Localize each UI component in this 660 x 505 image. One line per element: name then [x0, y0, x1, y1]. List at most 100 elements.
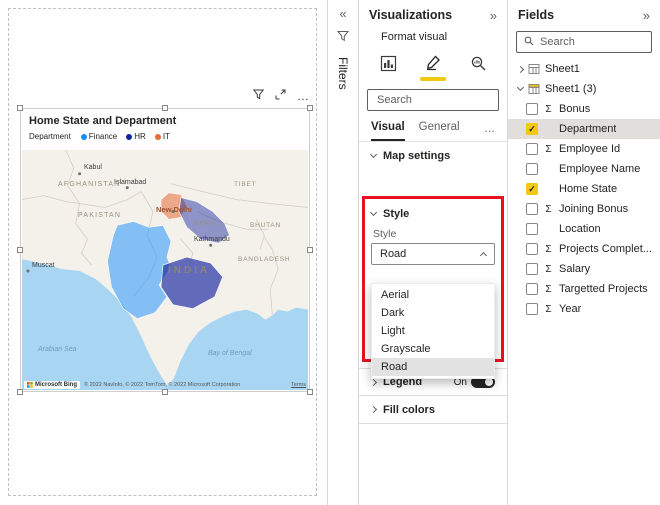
legend-item[interactable]: Finance — [80, 132, 117, 141]
format-search-box[interactable] — [367, 89, 499, 111]
tab-visual[interactable]: Visual — [371, 121, 405, 141]
field-checkbox[interactable] — [526, 263, 538, 275]
terms-link[interactable]: Terms — [291, 382, 306, 388]
chevron-up-icon — [479, 251, 488, 260]
field-name: Employee Id — [559, 143, 621, 155]
map-region-label: INDIA — [168, 265, 211, 276]
fields-search-box[interactable] — [516, 31, 652, 53]
field-row-year[interactable]: Σ Year — [508, 299, 660, 319]
field-checkbox[interactable]: ✓ — [526, 123, 538, 135]
field-name: Employee Name — [559, 163, 641, 175]
fields-pane: Fields » Sheet1 Sheet1 (3) Σ — [507, 0, 660, 505]
map-region-label: NEPAL — [194, 220, 219, 227]
style-field-label: Style — [373, 228, 397, 240]
selection-handle[interactable] — [162, 389, 168, 395]
style-option-aerial[interactable]: Aerial — [372, 286, 494, 304]
tab-general[interactable]: General — [419, 121, 460, 141]
selection-handle[interactable] — [307, 105, 313, 111]
style-dropdown[interactable]: Road — [371, 243, 495, 265]
more-options-icon[interactable]: … — [297, 90, 310, 102]
sigma-icon: Σ — [545, 143, 552, 155]
visualizations-title: Visualizations — [369, 8, 453, 22]
format-visual-icon[interactable] — [418, 50, 448, 81]
field-row-joining-bonus[interactable]: Σ Joining Bonus — [508, 199, 660, 219]
sigma-icon: Σ — [545, 303, 552, 315]
map-copyright: © 2022 NavInfo, © 2022 TomTom, © 2022 Mi… — [84, 382, 241, 388]
collapse-visualizations-icon[interactable]: » — [490, 8, 497, 23]
field-checkbox[interactable]: ✓ — [526, 183, 538, 195]
map-city-label: New Delhi — [156, 205, 192, 214]
field-row-bonus[interactable]: Σ Bonus — [508, 99, 660, 119]
map-settings-section[interactable]: Map settings — [359, 142, 507, 170]
fields-search-input[interactable] — [538, 35, 644, 49]
table-row-sheet1-3[interactable]: Sheet1 (3) — [508, 79, 660, 99]
format-search-input[interactable] — [375, 93, 491, 107]
field-row-targetted-projects[interactable]: Σ Targetted Projects — [508, 279, 660, 299]
bing-logo: Microsoft Bing — [24, 381, 80, 389]
build-visual-icon[interactable] — [373, 50, 403, 76]
field-checkbox[interactable] — [526, 223, 538, 235]
chevron-right-icon — [369, 378, 378, 386]
legend-title: Department — [29, 132, 71, 141]
field-row-employee-name[interactable]: Employee Name — [508, 159, 660, 179]
selection-handle[interactable] — [307, 389, 313, 395]
field-row-salary[interactable]: Σ Salary — [508, 259, 660, 279]
filters-pane: « Filters — [327, 0, 358, 505]
table-name: Sheet1 — [545, 63, 580, 75]
expand-filters-icon[interactable]: « — [339, 6, 346, 21]
analytics-icon[interactable] — [463, 50, 493, 76]
format-tabs: Visual General … — [359, 111, 507, 142]
map-sea-label: Arabian Sea — [38, 346, 77, 353]
format-visual-label: Format visual — [381, 31, 448, 43]
map-region-label: BHUTAN — [250, 222, 282, 229]
field-checkbox[interactable] — [526, 203, 538, 215]
field-row-projects-completed[interactable]: Σ Projects Complet... — [508, 239, 660, 259]
fill-colors-section[interactable]: Fill colors — [359, 396, 507, 424]
field-checkbox[interactable] — [526, 283, 538, 295]
style-option-grayscale[interactable]: Grayscale — [372, 340, 494, 358]
fill-colors-label: Fill colors — [383, 403, 435, 416]
field-row-employee-id[interactable]: Σ Employee Id — [508, 139, 660, 159]
style-option-road[interactable]: Road — [372, 358, 494, 376]
map-city-label: Kabul — [84, 164, 102, 171]
sigma-icon: Σ — [545, 203, 552, 215]
style-section-label: Style — [383, 208, 410, 220]
map-visual[interactable]: Home State and Department Department Fin… — [20, 108, 310, 392]
style-section[interactable]: Style — [369, 204, 495, 224]
chevron-down-icon — [516, 83, 525, 92]
field-checkbox[interactable] — [526, 303, 538, 315]
table-row-sheet1[interactable]: Sheet1 — [508, 59, 660, 79]
legend-color-dot — [126, 133, 133, 140]
field-row-location[interactable]: Location — [508, 219, 660, 239]
fields-title: Fields — [518, 8, 555, 22]
selection-handle[interactable] — [162, 105, 168, 111]
style-option-light[interactable]: Light — [372, 322, 494, 340]
field-row-home-state[interactable]: ✓ Home State — [508, 179, 660, 199]
field-checkbox[interactable] — [526, 243, 538, 255]
map-plot-area[interactable]: Kabul Islamabad AFGHANISTAN TIBET PAKIST… — [22, 150, 308, 390]
focus-mode-icon[interactable] — [275, 87, 286, 105]
selection-handle[interactable] — [17, 105, 23, 111]
filters-funnel-icon — [336, 29, 350, 47]
tabs-more-icon[interactable]: … — [484, 123, 495, 141]
style-dropdown-menu: Aerial Dark Light Grayscale Road — [371, 283, 495, 379]
field-name: Location — [559, 223, 601, 235]
field-checkbox[interactable] — [526, 103, 538, 115]
field-checkbox[interactable] — [526, 143, 538, 155]
style-dropdown-value: Road — [380, 248, 407, 260]
selection-handle[interactable] — [307, 247, 313, 253]
chevron-right-icon — [369, 405, 378, 414]
legend-item[interactable]: IT — [154, 132, 170, 141]
visual-title: Home State and Department — [29, 115, 177, 127]
collapse-fields-icon[interactable]: » — [643, 8, 650, 23]
visual-filter-icon[interactable] — [252, 87, 265, 105]
field-row-department[interactable]: ✓ Department — [508, 119, 660, 139]
legend-item[interactable]: HR — [126, 132, 146, 141]
style-option-dark[interactable]: Dark — [372, 304, 494, 322]
field-checkbox[interactable] — [526, 163, 538, 175]
selection-handle[interactable] — [17, 389, 23, 395]
map-visual-container[interactable]: Home State and Department Department Fin… — [17, 105, 313, 395]
visualizations-pane: Visualizations » Format visual Visual Ge… — [358, 0, 507, 505]
visual-legend: Department Finance HR IT — [29, 132, 301, 141]
selection-handle[interactable] — [17, 247, 23, 253]
